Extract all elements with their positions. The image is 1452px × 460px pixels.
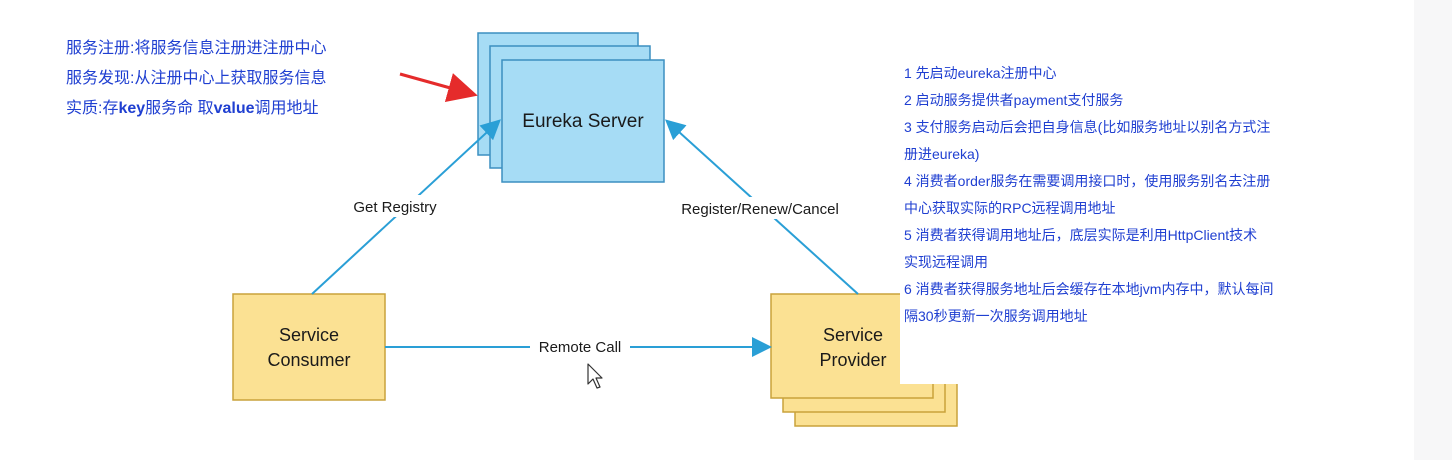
mouse-pointer-icon <box>587 363 603 389</box>
service-consumer-label-line2: Consumer <box>267 350 350 370</box>
eureka-server-node: Eureka Server <box>477 32 665 183</box>
service-provider-label-line1: Service <box>823 325 883 345</box>
eureka-server-label: Eureka Server <box>522 111 644 132</box>
step-line: 1 先启动eureka注册中心 <box>904 65 1057 81</box>
note-discovery: 服务发现:从注册中心上获取服务信息 <box>66 70 327 87</box>
step-line: 实现远程调用 <box>904 254 988 270</box>
note-essence-prefix: 实质:存 <box>66 100 119 117</box>
left-notes: 服务注册:将服务信息注册进注册中心 服务发现:从注册中心上获取服务信息 实质:存… <box>66 34 326 124</box>
step-line: 4 消费者order服务在需要调用接口时，使用服务别名去注册 <box>904 173 1271 189</box>
note-registration: 服务注册:将服务信息注册进注册中心 <box>66 40 327 57</box>
step-line: 5 消费者获得调用地址后，底层实际是利用HttpClient技术 <box>904 227 1258 243</box>
register-renew-cancel-label: Register/Renew/Cancel <box>681 201 839 218</box>
service-provider-label-line2: Provider <box>819 350 886 370</box>
step-line: 隔30秒更新一次服务调用地址 <box>904 308 1088 324</box>
right-margin-strip <box>1414 0 1452 460</box>
remote-call-label: Remote Call <box>539 339 622 356</box>
note-essence-mid: 服务命 取 <box>145 100 214 117</box>
step-line: 2 启动服务提供者payment支付服务 <box>904 92 1124 108</box>
note-essence-value: value <box>213 100 255 117</box>
step-line: 6 消费者获得服务地址后会缓存在本地jvm内存中，默认每间 <box>904 281 1274 297</box>
note-essence: 实质:存key服务命 取value调用地址 <box>66 94 326 124</box>
service-consumer-box <box>232 293 386 401</box>
service-consumer-label-line1: Service <box>279 325 339 345</box>
step-line: 3 支付服务启动后会把自身信息(比如服务地址以别名方式注 <box>904 119 1271 135</box>
get-registry-label: Get Registry <box>353 199 437 216</box>
steps-list: 1 先启动eureka注册中心 2 启动服务提供者payment支付服务 3 支… <box>904 60 1359 330</box>
diagram-canvas: Eureka Server Service Consumer Service P… <box>0 0 1414 460</box>
service-consumer-node: Service Consumer <box>232 293 386 401</box>
step-line: 中心获取实际的RPC远程调用地址 <box>904 200 1116 216</box>
red-annotation-arrow <box>399 72 478 103</box>
note-essence-key: key <box>118 100 146 117</box>
note-essence-suffix: 调用地址 <box>254 100 319 117</box>
step-line: 册进eureka) <box>904 146 980 162</box>
